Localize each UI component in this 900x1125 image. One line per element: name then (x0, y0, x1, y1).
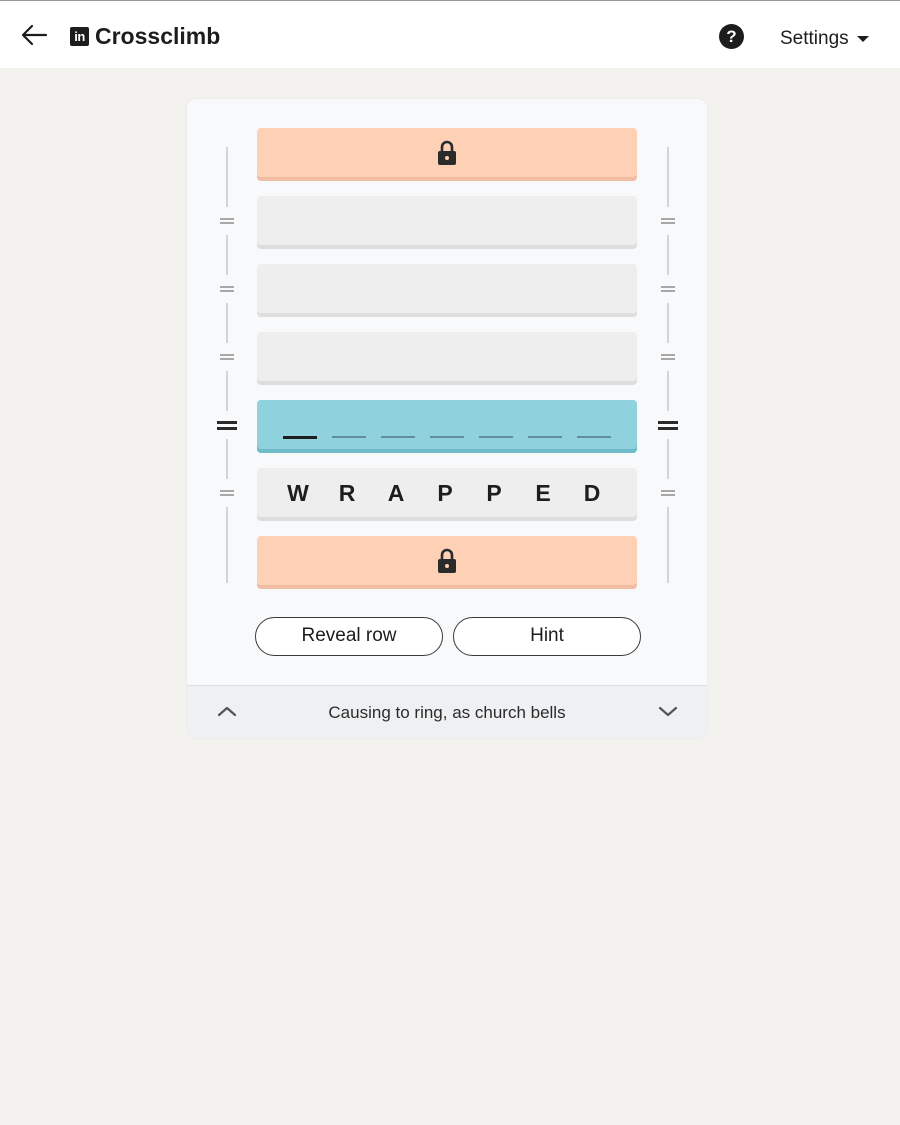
letter-tile: R (338, 480, 356, 506)
connector-line (226, 147, 228, 207)
lock-icon (438, 548, 456, 573)
clue-text: Causing to ring, as church bells (328, 703, 566, 722)
word-row-2[interactable] (257, 196, 637, 249)
left-connector-column (217, 147, 237, 583)
letter-slot[interactable] (577, 436, 611, 438)
lock-icon (438, 140, 456, 165)
letter-slot[interactable] (528, 436, 562, 438)
letter-slot-current[interactable] (283, 436, 317, 439)
connector-line (226, 235, 228, 275)
top-bar: in Crossclimb ? Settings (0, 0, 900, 68)
arrow-left-icon (21, 24, 48, 46)
reveal-row-button[interactable]: Reveal row (255, 617, 443, 656)
chevron-down-icon[interactable] (656, 702, 680, 722)
connector-line (226, 439, 228, 479)
connector-line (667, 303, 669, 343)
hint-button[interactable]: Hint (453, 617, 641, 656)
settings-label: Settings (780, 28, 849, 49)
clue-bar: Causing to ring, as church bells (187, 685, 707, 738)
letter-tile: P (437, 480, 453, 506)
letter-tile: D (583, 480, 601, 506)
filled-word-row[interactable]: W R A P P E D (257, 468, 637, 521)
letter-tile: P (486, 480, 502, 506)
connector-line (667, 371, 669, 411)
locked-row-bottom (257, 536, 637, 589)
chevron-up-icon[interactable] (215, 702, 239, 722)
letter-slot[interactable] (479, 436, 513, 438)
locked-row-top (257, 128, 637, 181)
word-row-4[interactable] (257, 332, 637, 385)
connector-line (226, 303, 228, 343)
right-connector-column (658, 147, 678, 583)
letter-tile: W (287, 480, 309, 506)
letter-slot[interactable] (381, 436, 415, 438)
letter-slot[interactable] (332, 436, 366, 438)
letter-tile: A (387, 480, 405, 506)
active-word-row[interactable] (257, 400, 637, 453)
connector-line (667, 439, 669, 479)
caret-down-icon (856, 36, 869, 42)
app-brand: in Crossclimb (70, 23, 220, 49)
linkedin-logo-icon: in (70, 26, 89, 46)
letter-slot[interactable] (430, 436, 464, 438)
game-card: W R A P P E D Reveal row Hint Causing to… (186, 98, 708, 739)
settings-dropdown[interactable]: Settings (780, 27, 869, 51)
back-button[interactable] (18, 21, 52, 49)
help-icon[interactable]: ? (719, 24, 744, 49)
letter-slots (283, 436, 611, 439)
connector-line (226, 371, 228, 411)
connector-line (667, 507, 669, 583)
connector-line (667, 147, 669, 207)
app-title: Crossclimb (95, 22, 221, 49)
connector-line (667, 235, 669, 275)
letter-tile: E (535, 480, 551, 506)
word-letters: W R A P P E D (281, 480, 609, 506)
word-row-3[interactable] (257, 264, 637, 317)
connector-line (226, 507, 228, 583)
